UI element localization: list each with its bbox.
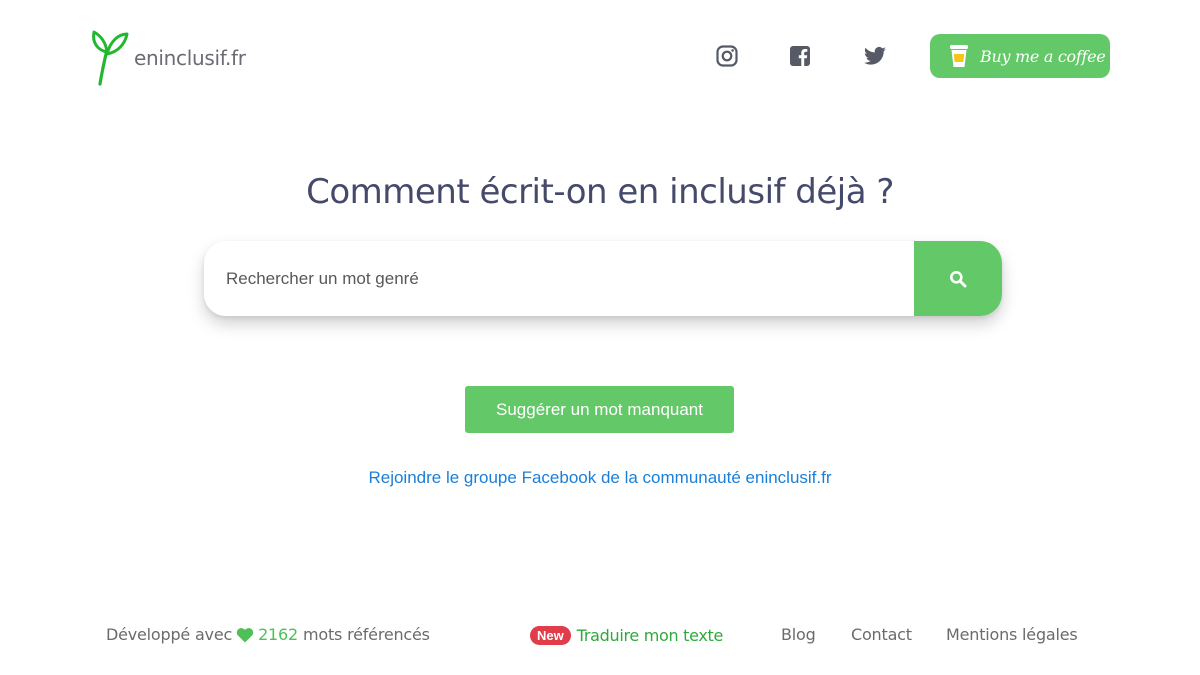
sprout-logo-icon: [92, 30, 129, 86]
search-icon: [950, 270, 967, 287]
footer-link-blog[interactable]: Blog: [781, 625, 816, 644]
site-name: eninclusif.fr: [134, 46, 246, 70]
facebook-icon: [790, 46, 810, 66]
buy-me-a-coffee-button[interactable]: Buy me a coffee: [930, 34, 1110, 78]
instagram-link[interactable]: [713, 42, 741, 70]
facebook-group-link[interactable]: Rejoindre le groupe Facebook de la commu…: [0, 468, 1200, 488]
site-logo[interactable]: eninclusif.fr: [88, 28, 246, 88]
coffee-button-label: Buy me a coffee: [980, 46, 1106, 66]
facebook-link[interactable]: [786, 42, 814, 70]
twitter-link[interactable]: [861, 42, 889, 70]
footer-link-legal[interactable]: Mentions légales: [946, 625, 1078, 644]
footer-stats: Développé avec 2162 mots référencés: [106, 625, 430, 644]
words-label: mots référencés: [303, 625, 430, 644]
suggest-word-button[interactable]: Suggérer un mot manquant: [465, 386, 734, 433]
footer-link-contact[interactable]: Contact: [851, 625, 912, 644]
twitter-icon: [864, 46, 886, 65]
translate-link-label: Traduire mon texte: [576, 626, 724, 645]
translate-text-link[interactable]: New Traduire mon texte: [530, 626, 723, 645]
new-badge: New: [530, 626, 571, 645]
search-bar: [204, 241, 1002, 316]
word-count: 2162: [258, 625, 298, 644]
coffee-cup-icon: [950, 45, 968, 67]
search-input[interactable]: [204, 241, 914, 316]
search-button[interactable]: [914, 241, 1002, 316]
heart-icon: [236, 627, 254, 642]
page-title: Comment écrit-on en inclusif déjà ?: [306, 172, 894, 212]
instagram-icon: [716, 45, 738, 67]
page: eninclusif.fr Buy me a coffee Comment éc…: [0, 0, 1200, 675]
developed-with-label: Développé avec: [106, 625, 233, 644]
